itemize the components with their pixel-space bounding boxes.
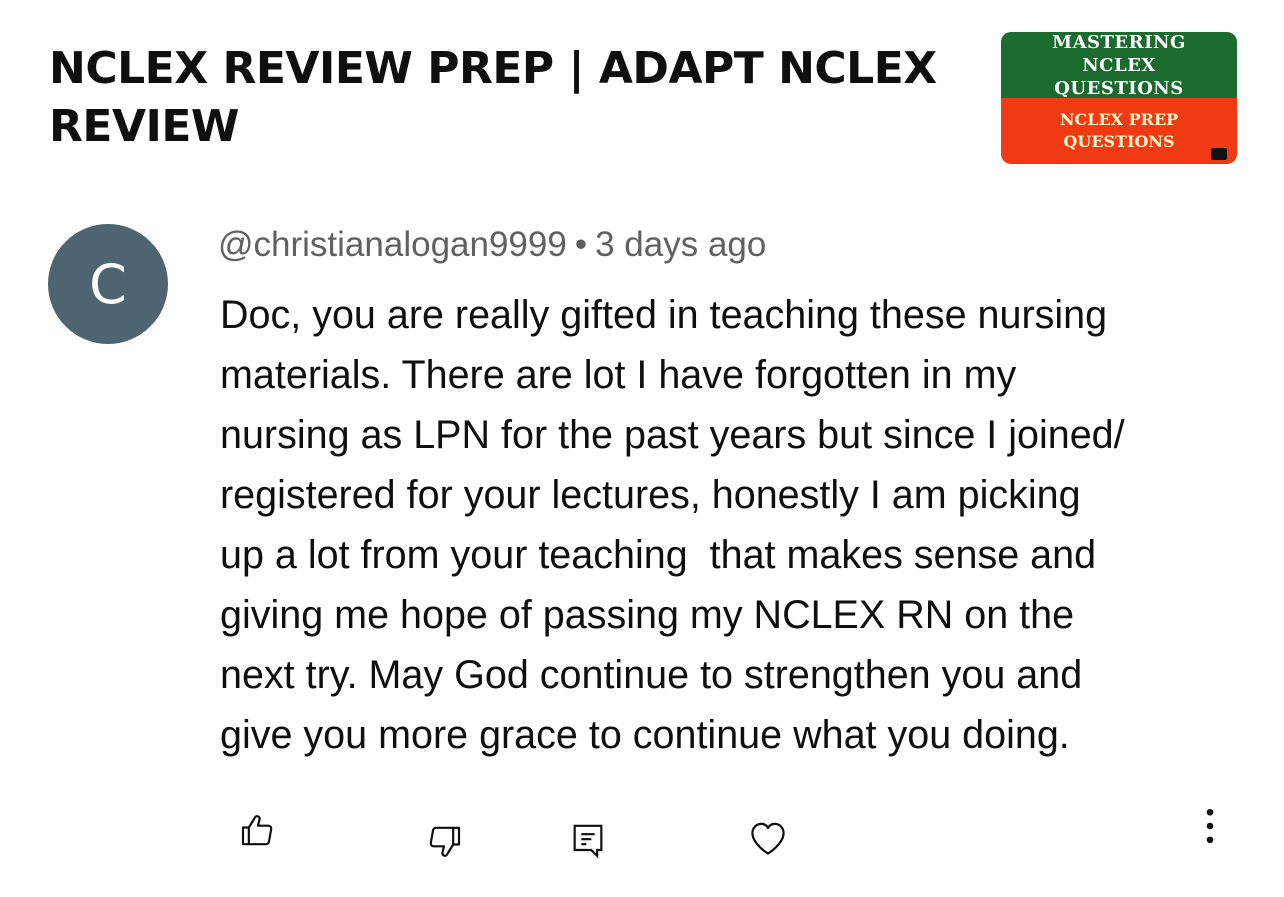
more-vertical-icon — [1206, 808, 1214, 844]
comment-line: next try. May God continue to strengthen… — [220, 653, 1083, 697]
more-actions-button[interactable] — [1186, 802, 1234, 850]
video-title: NCLEX REVIEW PREP | ADAPT NCLEX REVIEW — [49, 43, 937, 152]
thumbnail-bottom-banner: NCLEX PREP QUESTIONS — [1001, 98, 1237, 164]
comment-line: materials. There are lot I have forgotte… — [220, 353, 1017, 397]
comment-line: give you more grace to continue what you… — [220, 713, 1070, 757]
video-thumbnail[interactable]: MASTERING NCLEX QUESTIONS NCLEX PREP QUE… — [1001, 32, 1237, 164]
thumbs-up-icon — [241, 815, 273, 846]
dislike-button[interactable] — [420, 818, 468, 866]
reply-button[interactable] — [564, 816, 612, 864]
comment-header: @christianalogan9999 • 3 days ago — [218, 224, 766, 266]
comment-timestamp[interactable]: 3 days ago — [595, 225, 766, 264]
thumbs-down-icon — [429, 826, 461, 857]
comment-body: Doc, you are really gifted in teaching t… — [220, 285, 1230, 765]
heart-button[interactable] — [744, 814, 792, 862]
thumbnail-text: QUESTIONS — [1063, 132, 1175, 151]
avatar[interactable]: C — [48, 224, 168, 344]
heart-icon — [751, 822, 785, 855]
comment-line: giving me hope of passing my NCLEX RN on… — [220, 593, 1075, 637]
comment-line: registered for your lectures, honestly I… — [220, 473, 1081, 517]
thumbnail-text: QUESTIONS — [1054, 77, 1184, 99]
thumbnail-text: NCLEX — [1082, 54, 1156, 76]
comment-line: nursing as LPN for the past years but si… — [220, 413, 1125, 457]
thumbnail-text: NCLEX PREP — [1059, 110, 1179, 129]
comment-line: up a lot from your teaching that makes s… — [220, 533, 1097, 577]
avatar-letter: C — [89, 252, 127, 316]
thumbnail-top-banner: MASTERING NCLEX QUESTIONS — [1001, 32, 1237, 99]
like-button[interactable] — [234, 806, 282, 854]
channel-logo-icon — [1211, 148, 1227, 160]
comment-line: Doc, you are really gifted in teaching t… — [220, 293, 1108, 337]
reply-comment-icon — [573, 824, 603, 859]
thumbnail-text: MASTERING — [1052, 32, 1186, 53]
comment-author[interactable]: @christianalogan9999 — [218, 225, 567, 264]
separator-dot: • — [574, 225, 588, 264]
